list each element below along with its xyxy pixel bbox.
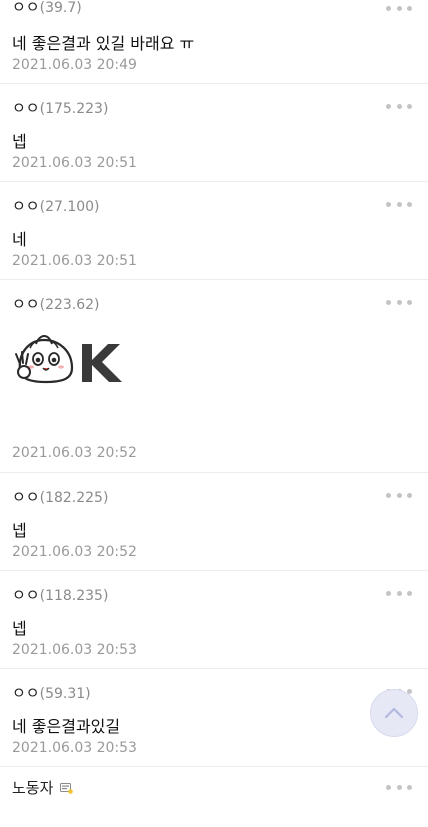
more-dots-icon[interactable] (386, 199, 412, 209)
author-ip: (182.225) (39, 490, 109, 506)
comment-text: 네 좋은결과 있길 바래요 ㅠ (12, 34, 195, 53)
author-ip: (223.62) (39, 297, 100, 313)
dumpling-ok-sticker (15, 334, 122, 384)
comment-author[interactable]: ㅇㅇ(175.223) (12, 97, 108, 118)
author-name: ㅇㅇ (12, 586, 40, 604)
author-ip: (39.7) (39, 0, 82, 16)
author-ip: (118.235) (39, 588, 109, 604)
comment-date: 2021.06.03 20:53 (12, 642, 137, 658)
author-name: 노동자 (12, 779, 54, 797)
comment-item: 노동자 (0, 767, 428, 827)
author-name: ㅇㅇ (12, 295, 40, 313)
comment-item: ㅇㅇ(223.62) 2021.06.03 20:52 (0, 280, 428, 473)
comment-text: 넵 (12, 132, 27, 151)
more-dots-icon[interactable] (386, 101, 412, 111)
comment-author[interactable]: ㅇㅇ(182.225) (12, 486, 108, 507)
author-name: ㅇㅇ (12, 0, 40, 16)
comment-author[interactable]: ㅇㅇ(223.62) (12, 293, 100, 314)
comment-item: ㅇㅇ(39.7) 네 좋은결과 있길 바래요 ㅠ 2021.06.03 20:4… (0, 0, 428, 84)
comment-author[interactable]: ㅇㅇ(39.7) (12, 0, 82, 17)
more-dots-icon[interactable] (386, 782, 412, 792)
more-dots-icon[interactable] (386, 3, 412, 13)
author-name: ㅇㅇ (12, 488, 40, 506)
comment-date: 2021.06.03 20:52 (12, 544, 137, 560)
comment-author[interactable]: ㅇㅇ(27.100) (12, 195, 100, 216)
author-name: ㅇㅇ (12, 684, 40, 702)
author-name: ㅇㅇ (12, 99, 40, 117)
comment-date: 2021.06.03 20:52 (12, 445, 137, 461)
comment-text: 네 (12, 230, 27, 249)
fixed-nick-icon (60, 783, 73, 794)
author-ip: (175.223) (39, 101, 109, 117)
more-dots-icon[interactable] (386, 588, 412, 598)
comment-item: ㅇㅇ(175.223) 넵 2021.06.03 20:51 (0, 84, 428, 182)
comment-author[interactable]: ㅇㅇ(59.31) (12, 682, 91, 703)
comment-author[interactable]: ㅇㅇ(118.235) (12, 584, 108, 605)
comment-item: ㅇㅇ(182.225) 넵 2021.06.03 20:52 (0, 473, 428, 571)
scroll-top-button[interactable] (370, 689, 418, 737)
comment-item: ㅇㅇ(27.100) 네 2021.06.03 20:51 (0, 182, 428, 280)
more-dots-icon[interactable] (386, 297, 412, 307)
author-ip: (59.31) (39, 686, 91, 702)
more-dots-icon[interactable] (386, 490, 412, 500)
comment-item: ㅇㅇ(118.235) 넵 2021.06.03 20:53 (0, 571, 428, 669)
author-ip: (27.100) (39, 199, 100, 215)
comment-text: 넵 (12, 619, 27, 638)
comment-text: 네 좋은결과있길 (12, 717, 121, 736)
comment-text: 넵 (12, 521, 27, 540)
author-name: ㅇㅇ (12, 197, 40, 215)
comment-author[interactable]: 노동자 (12, 777, 73, 798)
comment-date: 2021.06.03 20:53 (12, 740, 137, 756)
chevron-up-icon (384, 707, 404, 719)
comment-date: 2021.06.03 20:51 (12, 253, 137, 269)
comment-item: ㅇㅇ(59.31) 네 좋은결과있길 2021.06.03 20:53 (0, 669, 428, 767)
comment-date: 2021.06.03 20:49 (12, 57, 137, 73)
comment-date: 2021.06.03 20:51 (12, 155, 137, 171)
